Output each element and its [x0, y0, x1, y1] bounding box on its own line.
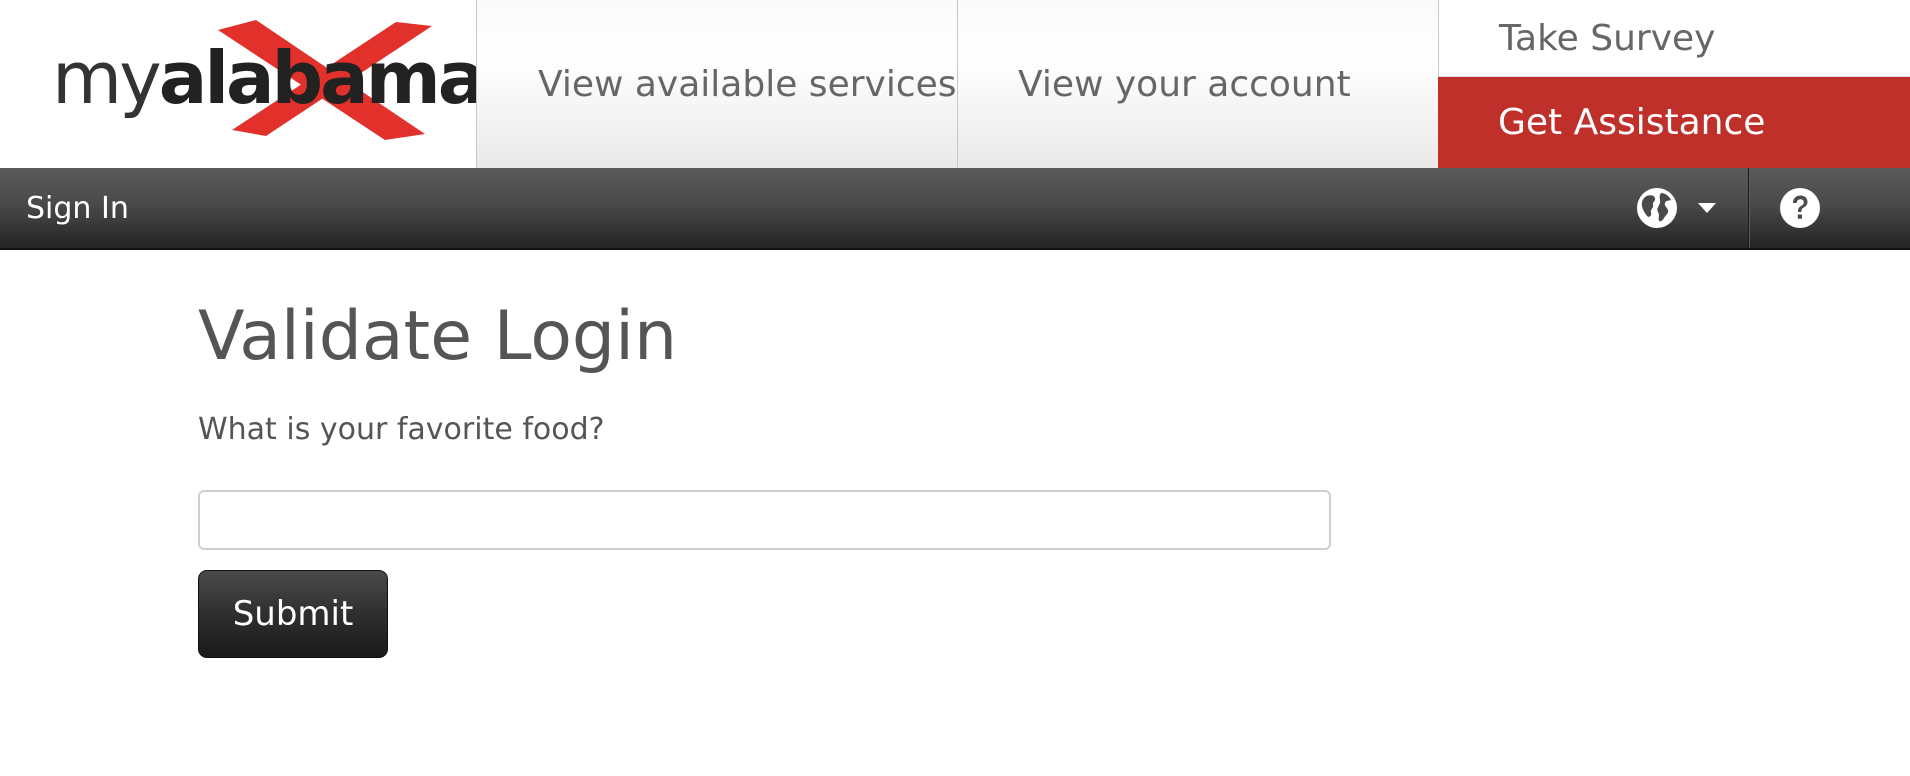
logo-text-prefix: my — [52, 36, 160, 120]
nav-view-account-label: View your account — [1018, 63, 1351, 105]
globe-icon — [1637, 188, 1677, 228]
security-answer-input[interactable] — [198, 490, 1331, 550]
page-title: Validate Login — [198, 297, 678, 376]
svg-text:myalabama: myalabama — [52, 36, 476, 120]
nav-get-assistance[interactable]: Get Assistance — [1438, 77, 1910, 168]
logo-graphic: myalabama — [52, 20, 476, 140]
nav-take-survey[interactable]: Take Survey — [1438, 0, 1910, 77]
language-selector[interactable] — [1620, 168, 1748, 248]
toolbar-divider — [1748, 168, 1750, 248]
nav-view-services[interactable]: View available services — [476, 0, 957, 168]
nav-view-account[interactable]: View your account — [957, 0, 1438, 168]
user-toolbar: Sign In — [0, 168, 1910, 250]
sign-in-link[interactable]: Sign In — [26, 168, 129, 248]
help-button[interactable] — [1760, 168, 1840, 248]
caret-down-icon — [1698, 203, 1716, 213]
security-question-label: What is your favorite food? — [198, 412, 605, 447]
nav-view-services-label: View available services — [538, 63, 957, 105]
nav-get-assistance-label: Get Assistance — [1498, 102, 1766, 143]
myalabama-logo[interactable]: myalabama — [0, 0, 476, 168]
nav-take-survey-label: Take Survey — [1499, 17, 1716, 59]
submit-button[interactable]: Submit — [198, 570, 388, 658]
logo-text-bold: alabama — [159, 36, 476, 120]
site-header: myalabama View available services View y… — [0, 0, 1910, 168]
question-circle-icon — [1780, 188, 1820, 228]
